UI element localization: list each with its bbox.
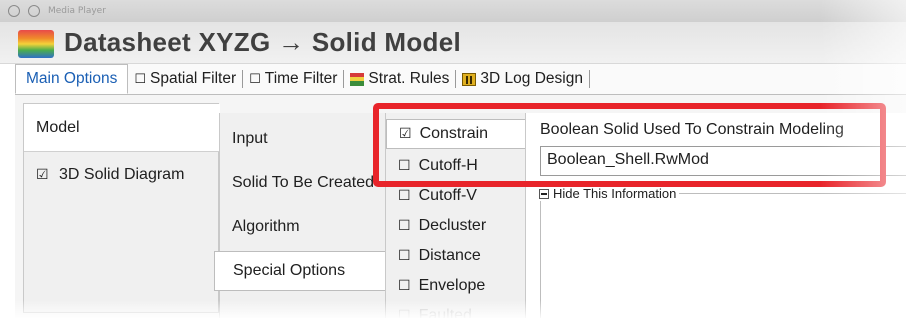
list-item-special-options[interactable]: Special Options xyxy=(214,251,390,291)
special-options-list: ☑ Constrain ☐ Cutoff-H ☐ Cutoff-V ☐ Decl… xyxy=(385,113,526,318)
tab-label: Spatial Filter xyxy=(149,70,237,87)
checkbox-icon[interactable]: ☑ xyxy=(399,126,412,142)
strat-rules-icon xyxy=(350,72,365,86)
checkbox-icon[interactable]: ☐ xyxy=(134,72,146,87)
checkbox-icon[interactable]: ☐ xyxy=(398,218,411,234)
hide-info-label: Hide This Information xyxy=(553,186,677,201)
info-groupbox xyxy=(540,193,906,318)
options-body: Model ☑ 3D Solid Diagram Input Solid To … xyxy=(15,95,906,318)
tab-label: 3D Log Design xyxy=(480,70,583,87)
play-icon[interactable] xyxy=(28,5,40,17)
list-item-label: Algorithm xyxy=(232,218,300,235)
constrain-solid-field[interactable]: Boolean_Shell.RwMod xyxy=(540,146,906,176)
collapse-icon[interactable] xyxy=(539,188,549,199)
category-list: Input Solid To Be Created Algorithm Spec… xyxy=(214,113,390,318)
page-title: Datasheet XYZG → Solid Model xyxy=(64,27,462,57)
option-decluster[interactable]: ☐ Decluster xyxy=(386,211,526,241)
option-label: Cutoff-V xyxy=(418,187,477,204)
option-label: Envelope xyxy=(418,277,486,294)
tab-label: Main Options xyxy=(26,70,118,87)
option-cutoff-v[interactable]: ☐ Cutoff-V xyxy=(386,181,526,211)
checkbox-icon[interactable]: ☐ xyxy=(398,158,411,174)
option-constrain[interactable]: ☑ Constrain xyxy=(386,119,526,149)
list-item-label: Model xyxy=(36,118,80,136)
checkbox-icon[interactable]: ☐ xyxy=(398,188,411,204)
checkbox-icon[interactable]: ☐ xyxy=(398,308,411,318)
constrain-panel: Boolean Solid Used To Constrain Modeling… xyxy=(525,113,906,318)
option-label: Cutoff-H xyxy=(418,157,478,174)
list-item-algorithm[interactable]: Algorithm xyxy=(220,207,390,247)
tab-bar: Main Options ☐ Spatial Filter ☐ Time Fil… xyxy=(15,64,906,95)
hide-info-toggle[interactable]: Hide This Information xyxy=(536,186,680,201)
tab-spatial-filter[interactable]: ☐ Spatial Filter xyxy=(128,70,244,88)
option-cutoff-h[interactable]: ☐ Cutoff-H xyxy=(386,151,526,181)
page-heading: Datasheet XYZG → Solid Model xyxy=(0,22,906,64)
solid-model-icon xyxy=(18,30,54,58)
tab-main-options[interactable]: Main Options xyxy=(15,64,129,94)
option-label: Faulted xyxy=(418,307,472,318)
window-title: Media Player xyxy=(48,6,106,16)
option-label: Distance xyxy=(418,247,481,264)
list-item-label: Special Options xyxy=(233,262,346,279)
checkbox-icon[interactable]: ☐ xyxy=(398,248,411,264)
tab-3d-log-design[interactable]: 3D Log Design xyxy=(456,70,590,88)
list-item-solid-to-be-created[interactable]: Solid To Be Created xyxy=(220,163,390,203)
list-item-label: Solid To Be Created xyxy=(232,174,375,191)
list-item-model[interactable]: Model xyxy=(24,104,220,152)
list-item-label: 3D Solid Diagram xyxy=(59,166,185,183)
list-item-input[interactable]: Input xyxy=(220,119,390,159)
checkbox-icon[interactable]: ☐ xyxy=(249,72,261,87)
tab-strat-rules[interactable]: Strat. Rules xyxy=(344,70,457,88)
list-item-label: Input xyxy=(232,130,268,147)
option-label: Constrain xyxy=(419,125,489,142)
constrain-solid-label: Boolean Solid Used To Constrain Modeling xyxy=(540,121,844,138)
option-envelope[interactable]: ☐ Envelope xyxy=(386,271,526,301)
home-icon[interactable] xyxy=(8,5,20,17)
checkbox-icon[interactable]: ☐ xyxy=(398,278,411,294)
tab-label: Time Filter xyxy=(264,70,338,87)
tab-label: Strat. Rules xyxy=(368,70,450,87)
checkbox-icon[interactable]: ☑ xyxy=(36,167,49,183)
option-label: Decluster xyxy=(418,217,487,234)
option-faulted[interactable]: ☐ Faulted xyxy=(386,301,526,318)
log-design-icon xyxy=(462,72,477,86)
tab-time-filter[interactable]: ☐ Time Filter xyxy=(243,70,345,88)
list-item-3d-solid-diagram[interactable]: ☑ 3D Solid Diagram xyxy=(24,166,220,184)
window-titlebar: Media Player xyxy=(0,0,906,22)
model-list: Model ☑ 3D Solid Diagram xyxy=(23,103,220,313)
option-distance[interactable]: ☐ Distance xyxy=(386,241,526,271)
